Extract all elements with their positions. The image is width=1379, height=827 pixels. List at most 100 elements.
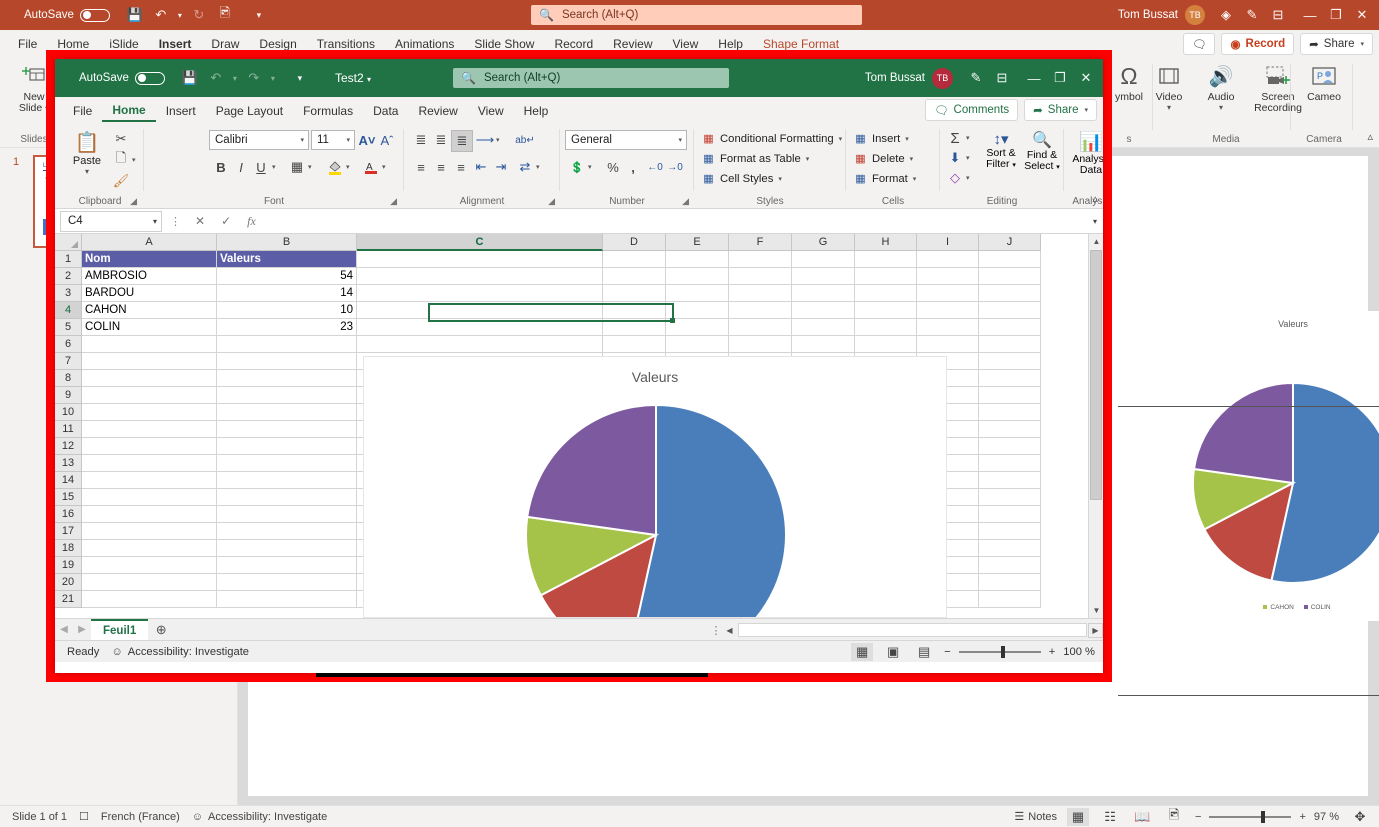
- language-status[interactable]: French (France): [101, 811, 180, 823]
- cell-E1[interactable]: [666, 251, 729, 268]
- excel-zoom-in-button[interactable]: +: [1049, 646, 1056, 658]
- cell-H6[interactable]: [855, 336, 917, 353]
- cell-B7[interactable]: [217, 353, 357, 370]
- cell-H2[interactable]: [855, 268, 917, 285]
- cell-E2[interactable]: [666, 268, 729, 285]
- number-dialog-launcher[interactable]: ◢: [682, 196, 689, 207]
- borders-button[interactable]: ▦ ▾: [287, 157, 312, 177]
- cell-A5[interactable]: COLIN: [82, 319, 217, 336]
- slide-sorter-icon[interactable]: ☷: [1099, 808, 1121, 826]
- sheet-tab-feuil1[interactable]: Feuil1: [91, 618, 149, 641]
- chevron-down-icon[interactable]: ▾: [966, 154, 970, 162]
- cell-B1[interactable]: Valeurs: [217, 251, 357, 268]
- cell-styles-button[interactable]: ▦ Cell Styles ▾: [701, 169, 782, 188]
- grow-font-button[interactable]: A˅: [357, 130, 377, 150]
- cell-A1[interactable]: Nom: [82, 251, 217, 268]
- row-header-9[interactable]: 9: [55, 387, 82, 404]
- chevron-down-icon[interactable]: ▾: [382, 163, 386, 171]
- cell-B20[interactable]: [217, 574, 357, 591]
- zoom-out-button[interactable]: −: [1195, 811, 1201, 823]
- row-header-14[interactable]: 14: [55, 472, 82, 489]
- excel-zoom-value[interactable]: 100 %: [1063, 646, 1095, 658]
- excel-zoom-slider-thumb[interactable]: [1000, 645, 1005, 658]
- cell-J20[interactable]: [979, 574, 1041, 591]
- ppt-search-box[interactable]: 🔍 Search (Alt+Q): [531, 5, 862, 25]
- cell-J1[interactable]: [979, 251, 1041, 268]
- cell-J2[interactable]: [979, 268, 1041, 285]
- column-header-b[interactable]: B: [217, 234, 357, 251]
- font-color-button[interactable]: A ▾: [361, 157, 386, 177]
- cell-A18[interactable]: [82, 540, 217, 557]
- undo-chevron-down-icon[interactable]: ▾: [229, 66, 241, 90]
- collapse-ribbon-icon[interactable]: ▵: [1092, 192, 1098, 205]
- add-sheet-icon[interactable]: ⊕: [148, 622, 174, 638]
- avatar[interactable]: TB: [932, 67, 953, 89]
- notes-button[interactable]: ☰ Notes: [1014, 810, 1057, 824]
- cell-A17[interactable]: [82, 523, 217, 540]
- cell-C2[interactable]: [357, 268, 603, 285]
- alignment-dialog-launcher[interactable]: ◢: [548, 196, 555, 207]
- cell-G5[interactable]: [792, 319, 855, 336]
- close-button[interactable]: ✕: [1073, 66, 1099, 90]
- cell-A2[interactable]: AMBROSIO: [82, 268, 217, 285]
- column-header-h[interactable]: H: [855, 234, 917, 251]
- align-top-button[interactable]: ≣: [411, 130, 431, 150]
- excel-tab-review[interactable]: Review: [408, 101, 467, 121]
- row-header-16[interactable]: 16: [55, 506, 82, 523]
- formula-bar-grip[interactable]: ⋮: [170, 215, 181, 228]
- vertical-scrollbar[interactable]: ▲ ▼: [1088, 234, 1103, 618]
- row-header-19[interactable]: 19: [55, 557, 82, 574]
- column-header-e[interactable]: E: [666, 234, 729, 251]
- increase-indent-button[interactable]: ⇥: [491, 157, 511, 177]
- excel-tab-formulas[interactable]: Formulas: [293, 101, 363, 121]
- customize-toolbar-icon[interactable]: ▾: [287, 66, 313, 90]
- horizontal-scrollbar[interactable]: ⋮ ◀ ▶: [710, 619, 1103, 641]
- cell-G3[interactable]: [792, 285, 855, 302]
- cell-E3[interactable]: [666, 285, 729, 302]
- excel-tab-insert[interactable]: Insert: [156, 101, 206, 121]
- row-header-3[interactable]: 3: [55, 285, 82, 302]
- cell-B13[interactable]: [217, 455, 357, 472]
- excel-tab-home[interactable]: Home: [102, 100, 156, 122]
- page-layout-view-icon[interactable]: ▣: [882, 643, 904, 661]
- row-header-11[interactable]: 11: [55, 421, 82, 438]
- increase-decimal-button[interactable]: ←0: [645, 157, 665, 177]
- video-button[interactable]: Video ▾: [1143, 58, 1195, 114]
- chevron-down-icon[interactable]: ▾: [1167, 103, 1171, 112]
- chevron-down-icon[interactable]: ▾: [588, 163, 592, 171]
- orientation-button[interactable]: ⟶ ▾: [475, 130, 500, 150]
- cell-B18[interactable]: [217, 540, 357, 557]
- cell-B5[interactable]: 23: [217, 319, 357, 336]
- cell-B11[interactable]: [217, 421, 357, 438]
- enter-icon[interactable]: ✓: [221, 214, 231, 228]
- cell-H1[interactable]: [855, 251, 917, 268]
- cell-B21[interactable]: [217, 591, 357, 608]
- chart-object-on-slide[interactable]: Valeurs CAHON COLIN: [1128, 311, 1379, 621]
- sheet-scroll-grip[interactable]: ⋮: [710, 624, 722, 637]
- formula-input[interactable]: [266, 211, 1085, 232]
- cameo-button[interactable]: P Cameo: [1298, 58, 1350, 103]
- fill-color-button[interactable]: ▾: [325, 157, 350, 177]
- chevron-down-icon[interactable]: ▾: [367, 75, 371, 84]
- row-header-4[interactable]: 4: [55, 302, 82, 319]
- cell-J4[interactable]: [979, 302, 1041, 319]
- italic-button[interactable]: I: [231, 157, 251, 177]
- cell-J16[interactable]: [979, 506, 1041, 523]
- cell-B2[interactable]: 54: [217, 268, 357, 285]
- excel-window[interactable]: AutoSave 💾 ↶ ▾ ↷ ▾ ▾ Test2 ▾ 🔍 Search (A…: [55, 59, 1103, 673]
- cell-F6[interactable]: [729, 336, 792, 353]
- fit-slide-icon[interactable]: ✥: [1349, 808, 1371, 826]
- minimize-button[interactable]: —: [1297, 3, 1323, 27]
- cell-B14[interactable]: [217, 472, 357, 489]
- redo-chevron-down-icon[interactable]: ▾: [267, 66, 279, 90]
- cell-G1[interactable]: [792, 251, 855, 268]
- cell-H3[interactable]: [855, 285, 917, 302]
- excel-document-title[interactable]: Test2 ▾: [335, 71, 371, 85]
- number-format-combo[interactable]: General ▾: [565, 130, 687, 150]
- sort-and-filter-button[interactable]: ↕▾ Sort & Filter ▾: [981, 130, 1021, 171]
- cell-A15[interactable]: [82, 489, 217, 506]
- normal-view-icon[interactable]: ▦: [1067, 807, 1090, 826]
- cell-E5[interactable]: [666, 319, 729, 336]
- cell-B6[interactable]: [217, 336, 357, 353]
- cell-I3[interactable]: [917, 285, 979, 302]
